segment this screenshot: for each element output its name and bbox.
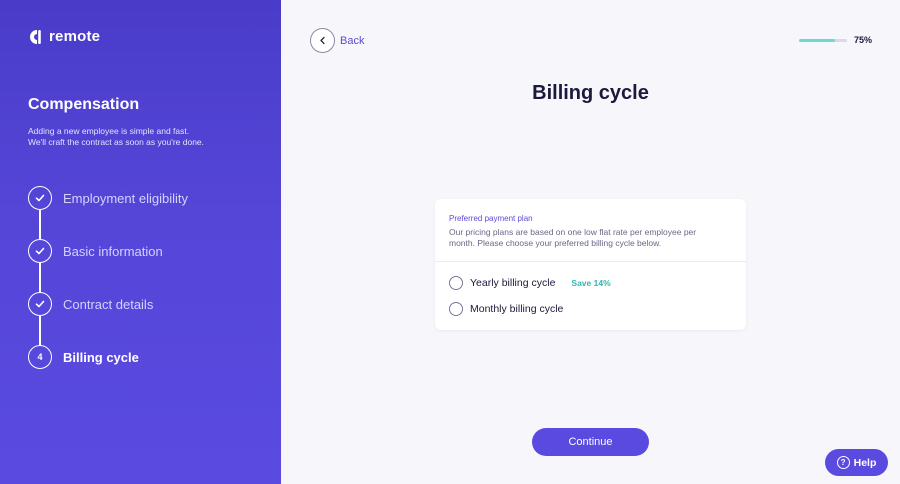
card-description: Our pricing plans are based on one low f… xyxy=(449,227,732,249)
card-subtitle: Preferred payment plan xyxy=(449,214,533,223)
monthly-radio[interactable] xyxy=(449,302,463,316)
card-header: Preferred payment plan Our pricing plans… xyxy=(435,199,746,262)
progress-label: 75% xyxy=(853,35,872,45)
option-yearly-billing[interactable]: Yearly billing cycle Save 14% xyxy=(449,276,611,290)
step-basic-information[interactable]: Basic information xyxy=(28,239,163,263)
save-badge: Save 14% xyxy=(571,278,611,288)
continue-button[interactable]: Continue xyxy=(532,428,649,456)
step-billing-cycle[interactable]: 4 Billing cycle xyxy=(28,345,139,369)
progress-track xyxy=(798,38,847,42)
progress-fill xyxy=(798,38,835,42)
step-number: 4 xyxy=(37,352,43,362)
card-description-line-2: month. Please choose your preferred bill… xyxy=(449,238,662,248)
back-button[interactable]: Back xyxy=(310,28,364,53)
step-status-circle: 4 xyxy=(28,345,52,369)
step-contract-details[interactable]: Contract details xyxy=(28,292,153,316)
step-connector xyxy=(39,263,41,292)
main-content: Back 75% Billing cycle Preferred payment… xyxy=(281,0,900,484)
sidebar-description: Adding a new employee is simple and fast… xyxy=(28,126,268,148)
option-monthly-billing[interactable]: Monthly billing cycle xyxy=(449,302,563,316)
yearly-radio[interactable] xyxy=(449,276,463,290)
step-label: Contract details xyxy=(63,296,154,312)
sidebar-title: Compensation xyxy=(28,96,140,113)
step-connector xyxy=(39,316,41,345)
progress-indicator: 75% xyxy=(798,35,872,45)
option-label: Monthly billing cycle xyxy=(470,303,564,315)
logo-text: remote xyxy=(49,28,101,45)
card-description-line-1: Our pricing plans are based on one low f… xyxy=(449,227,697,237)
billing-cycle-card: Preferred payment plan Our pricing plans… xyxy=(435,199,746,330)
page-title: Billing cycle xyxy=(532,82,649,104)
check-icon xyxy=(35,300,45,308)
step-status-circle xyxy=(28,292,52,316)
check-icon xyxy=(35,194,45,202)
help-icon: ? xyxy=(836,456,850,469)
sidebar-description-line-1: Adding a new employee is simple and fast… xyxy=(28,126,190,136)
step-connector xyxy=(39,210,41,239)
remote-logo[interactable]: remote xyxy=(30,28,100,45)
remote-logo-icon xyxy=(30,29,41,44)
step-label: Billing cycle xyxy=(63,349,139,365)
sidebar: remote Compensation Adding a new employe… xyxy=(0,0,281,484)
help-button[interactable]: ? Help xyxy=(825,449,888,476)
chevron-left-icon xyxy=(320,36,325,45)
check-icon xyxy=(35,247,45,255)
help-label: Help xyxy=(853,456,877,469)
step-label: Basic information xyxy=(63,243,163,259)
back-circle xyxy=(310,28,335,53)
step-status-circle xyxy=(28,239,52,263)
step-label: Employment eligibility xyxy=(63,190,188,206)
step-employment-eligibility[interactable]: Employment eligibility xyxy=(28,186,188,210)
back-label: Back xyxy=(340,34,365,47)
sidebar-description-line-2: We'll craft the contract as soon as you'… xyxy=(28,137,205,147)
option-label: Yearly billing cycle xyxy=(470,277,556,289)
step-status-circle xyxy=(28,186,52,210)
